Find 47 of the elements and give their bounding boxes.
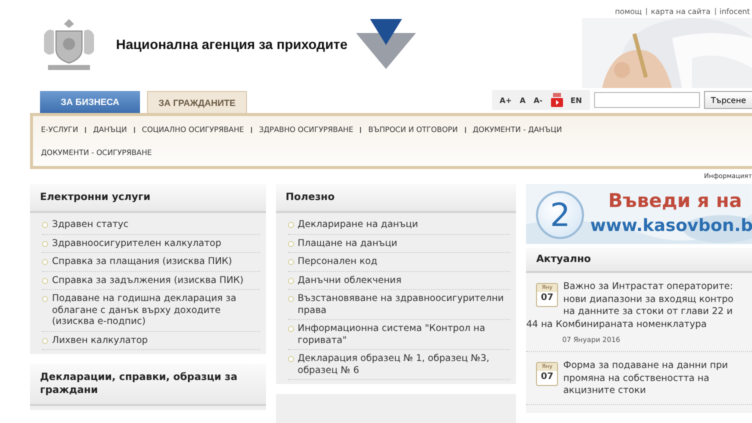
- service-link[interactable]: Лихвен калкулатор: [52, 334, 148, 346]
- service-link[interactable]: Деклариране на данъци: [298, 219, 418, 230]
- audience-tab[interactable]: ЗА ГРАЖДАНИТЕ: [147, 91, 247, 113]
- service-link[interactable]: Справка за задължения (изисква ПИК): [52, 274, 244, 286]
- service-link[interactable]: Персонален код: [298, 256, 378, 268]
- news-link-line[interactable]: промяна на собствеността на: [563, 372, 710, 385]
- service-link[interactable]: Плащане на данъци: [298, 238, 398, 249]
- bullet-icon: [288, 278, 294, 284]
- bullet-icon: [288, 259, 294, 265]
- banner-headline: Въведи я на: [608, 190, 742, 212]
- bullet-icon: [42, 240, 48, 246]
- news-link-line[interactable]: Форма за подаване на данни при: [563, 360, 728, 372]
- service-link[interactable]: Подаване на годишна декларация за облагане с данък върху доходите (изисква е-подпис): [52, 293, 260, 328]
- banner-url: www.kasovbon.b: [590, 216, 752, 236]
- panel-header: Полезно: [276, 184, 516, 213]
- service-link[interactable]: Здравен статус: [52, 219, 128, 230]
- site-title: Национална агенция за приходите: [116, 36, 348, 52]
- service-link[interactable]: Декларация образец № 1, образец №3, образец № 6: [298, 353, 510, 376]
- news-link-line[interactable]: 44 на Комбинираната номенклатура: [526, 318, 707, 331]
- bullet-icon: [42, 296, 48, 302]
- agency-logo-icon: [356, 19, 416, 69]
- panel-header: Актуално: [526, 248, 752, 273]
- news-link-line[interactable]: акцизните стоки: [563, 385, 646, 398]
- news-link-line[interactable]: Важно за Интрастат операторите:: [563, 281, 733, 294]
- bullet-icon: [288, 240, 294, 246]
- bullet-icon: [288, 326, 294, 332]
- search-field[interactable]: [594, 92, 700, 108]
- bullet-icon: [42, 259, 48, 265]
- search-button[interactable]: Търсене: [704, 91, 752, 109]
- news-link-line[interactable]: на данните за стоки от глави 22 и: [563, 306, 733, 318]
- news-link-line[interactable]: нови диапазони за входящ контро: [563, 294, 734, 306]
- audience-tab[interactable]: ЗА БИЗНЕСА: [40, 91, 140, 113]
- service-link[interactable]: Възстановяване на здравноосигурителни права: [298, 293, 510, 316]
- bullet-icon: [42, 278, 48, 284]
- service-link[interactable]: Справка за плащания (изисква ПИК): [52, 256, 232, 268]
- bullet-icon: [42, 338, 48, 344]
- service-link[interactable]: Информационна система "Контрол на горивата": [298, 323, 510, 346]
- bullet-icon: [288, 296, 294, 302]
- panel-header: Електронни услуги: [30, 184, 266, 213]
- bullet-icon: [42, 222, 48, 228]
- service-link[interactable]: Здравноосигурителен калкулатор: [52, 238, 222, 249]
- service-link[interactable]: Данъчни облекчения: [298, 274, 402, 286]
- bullet-icon: [288, 356, 294, 362]
- bullet-icon: [288, 222, 294, 228]
- video-icon[interactable]: [550, 93, 562, 107]
- panel-header: Декларации, справки, образци за граждани: [30, 364, 266, 406]
- promo-banner[interactable]: 2 Въведи я на www.kasovbon.b: [526, 184, 752, 244]
